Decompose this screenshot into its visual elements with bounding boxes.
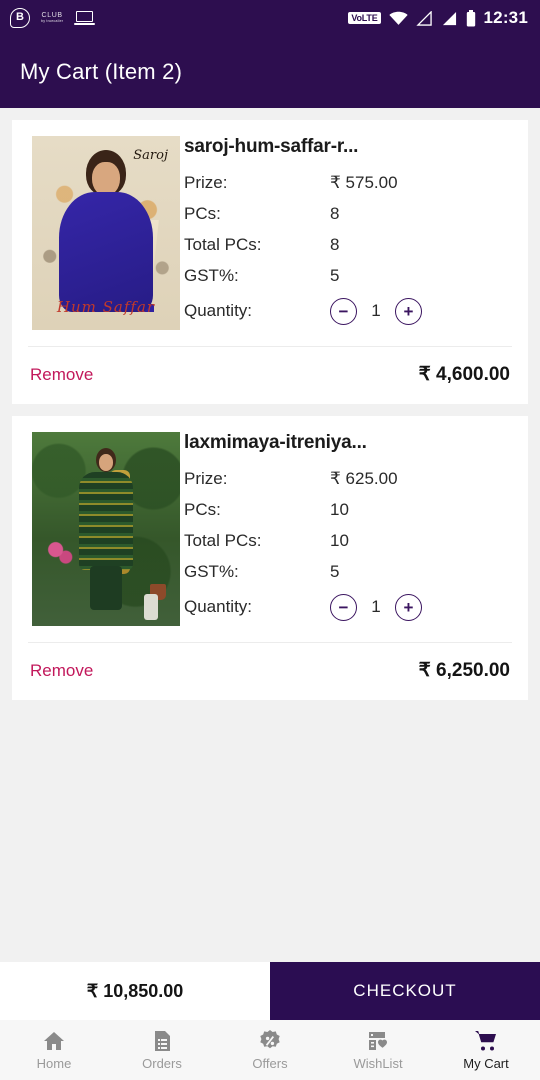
cart-item-footer: Remove ₹ 4,600.00 xyxy=(12,347,528,404)
spec-label-total-pcs: Total PCs: xyxy=(184,530,262,550)
quantity-value: 1 xyxy=(371,597,381,616)
percent-badge-icon xyxy=(260,1030,280,1049)
product-details: saroj-hum-saffar-r... Prize: ₹ 575.00 PC… xyxy=(184,132,528,334)
spec-value-prize: ₹ 575.00 xyxy=(330,172,398,192)
product-title[interactable]: saroj-hum-saffar-r... xyxy=(184,136,512,158)
cart-item-footer: Remove ₹ 6,250.00 xyxy=(12,643,528,700)
b-chat-bubble-icon: B xyxy=(10,8,30,28)
nav-item-offers[interactable]: Offers xyxy=(216,1029,324,1071)
spec-value-pcs: 8 xyxy=(330,203,340,223)
list-heart-icon xyxy=(369,1032,387,1050)
nav-item-wishlist[interactable]: WishList xyxy=(324,1029,432,1071)
quantity-stepper: Quantity: − 1 + xyxy=(184,291,512,331)
home-icon xyxy=(44,1032,64,1050)
signal-full-icon xyxy=(442,11,456,25)
product-image[interactable]: Saroj Hum Saffar xyxy=(32,136,180,330)
quantity-increase-button[interactable]: + xyxy=(395,593,422,621)
status-bar: B CLUB by truecaller VoLTE 12:31 xyxy=(0,0,540,36)
nav-label-my-cart: My Cart xyxy=(463,1056,509,1071)
cart-item-list: Saroj Hum Saffar saroj-hum-saffar-r... P… xyxy=(0,108,540,700)
remove-button[interactable]: Remove xyxy=(30,661,93,681)
status-bar-left: B CLUB by truecaller xyxy=(10,8,96,28)
spec-row-gst: GST%: 5 xyxy=(184,260,512,291)
spec-value-pcs: 10 xyxy=(330,499,349,519)
quantity-value: 1 xyxy=(371,301,381,320)
spec-row-prize: Prize: ₹ 625.00 xyxy=(184,463,512,494)
quantity-decrease-button[interactable]: − xyxy=(330,593,357,621)
bottom-navigation: Home Orders Offers WishList My Cart xyxy=(0,1020,540,1080)
spec-label-prize: Prize: xyxy=(184,172,228,192)
product-image[interactable] xyxy=(32,432,180,626)
spec-value-total-pcs: 8 xyxy=(330,234,340,254)
laptop-icon xyxy=(74,10,96,26)
status-bar-clock: 12:31 xyxy=(483,8,528,27)
cart-item-body: laxmimaya-itreniya... Prize: ₹ 625.00 PC… xyxy=(12,416,528,636)
spec-value-gst: 5 xyxy=(330,561,340,581)
cart-item-card: laxmimaya-itreniya... Prize: ₹ 625.00 PC… xyxy=(12,416,528,700)
nav-item-my-cart[interactable]: My Cart xyxy=(432,1029,540,1071)
spec-label-quantity: Quantity: xyxy=(184,597,253,616)
club-logo: CLUB by truecaller xyxy=(41,12,63,23)
cart-item-body: Saroj Hum Saffar saroj-hum-saffar-r... P… xyxy=(12,120,528,340)
product-thumbnail-wrap[interactable]: Saroj Hum Saffar xyxy=(12,132,184,334)
spec-label-quantity: Quantity: xyxy=(184,301,253,320)
spec-row-pcs: PCs: 10 xyxy=(184,494,512,525)
document-icon xyxy=(155,1031,170,1051)
spec-label-pcs: PCs: xyxy=(184,499,221,519)
remove-button[interactable]: Remove xyxy=(30,365,93,385)
spec-label-prize: Prize: xyxy=(184,468,228,488)
shopping-cart-icon xyxy=(475,1031,496,1051)
status-bar-right: VoLTE 12:31 xyxy=(348,8,528,28)
spec-label-gst: GST%: xyxy=(184,561,239,581)
nav-label-wishlist: WishList xyxy=(353,1056,403,1071)
quantity-decrease-button[interactable]: − xyxy=(330,297,357,325)
spec-row-total-pcs: Total PCs: 10 xyxy=(184,525,512,556)
spec-value-prize: ₹ 625.00 xyxy=(330,468,398,488)
spec-row-gst: GST%: 5 xyxy=(184,556,512,587)
spec-row-pcs: PCs: 8 xyxy=(184,198,512,229)
checkout-bar: ₹ 10,850.00 CHECKOUT xyxy=(0,962,540,1020)
wifi-icon xyxy=(388,11,408,25)
club-logo-sub: by truecaller xyxy=(41,18,64,23)
nav-label-home: Home xyxy=(36,1056,72,1071)
grand-total: ₹ 10,850.00 xyxy=(0,962,270,1020)
spec-row-prize: Prize: ₹ 575.00 xyxy=(184,167,512,198)
product-image-caption: Hum Saffar xyxy=(56,298,156,316)
battery-icon xyxy=(466,9,475,26)
product-thumbnail-wrap[interactable] xyxy=(12,428,184,630)
spec-value-gst: 5 xyxy=(330,265,340,285)
nav-label-orders: Orders xyxy=(142,1056,182,1071)
product-details: laxmimaya-itreniya... Prize: ₹ 625.00 PC… xyxy=(184,428,528,630)
line-total: ₹ 4,600.00 xyxy=(418,364,510,385)
checkout-button[interactable]: CHECKOUT xyxy=(270,962,540,1020)
quantity-increase-button[interactable]: + xyxy=(395,297,422,325)
product-title[interactable]: laxmimaya-itreniya... xyxy=(184,432,512,454)
quantity-stepper: Quantity: − 1 + xyxy=(184,587,512,627)
app-header: My Cart (Item 2) xyxy=(0,36,540,108)
nav-label-offers: Offers xyxy=(252,1056,288,1071)
volte-icon: VoLTE xyxy=(348,12,381,24)
product-image-brand: Saroj xyxy=(133,148,168,163)
spec-label-gst: GST%: xyxy=(184,265,239,285)
spec-label-total-pcs: Total PCs: xyxy=(184,234,262,254)
signal-empty-icon xyxy=(415,10,432,26)
nav-item-orders[interactable]: Orders xyxy=(108,1029,216,1071)
nav-item-home[interactable]: Home xyxy=(0,1029,108,1071)
cart-item-card: Saroj Hum Saffar saroj-hum-saffar-r... P… xyxy=(12,120,528,404)
spec-row-total-pcs: Total PCs: 8 xyxy=(184,229,512,260)
page-title: My Cart (Item 2) xyxy=(20,59,183,84)
spec-value-total-pcs: 10 xyxy=(330,530,349,550)
spec-label-pcs: PCs: xyxy=(184,203,221,223)
line-total: ₹ 6,250.00 xyxy=(418,660,510,681)
